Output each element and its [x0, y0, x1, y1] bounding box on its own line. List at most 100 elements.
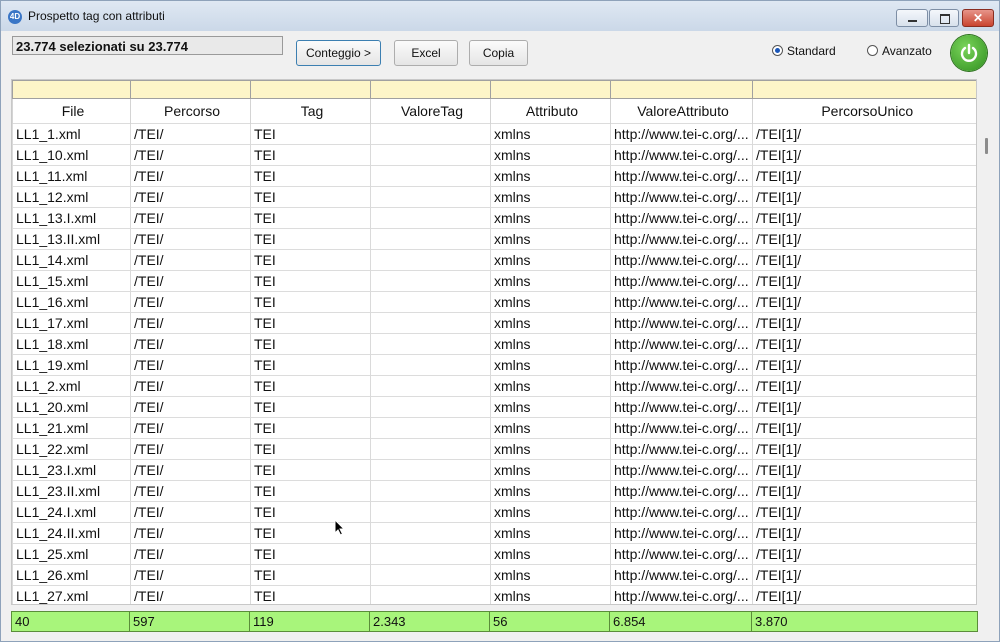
vertical-scrollbar[interactable] — [979, 126, 995, 605]
table-cell — [370, 522, 491, 544]
column-header[interactable]: File — [12, 98, 131, 124]
table-cell: TEI — [250, 312, 371, 334]
table-cell: LL1_14.xml — [12, 249, 131, 271]
table-row[interactable]: LL1_26.xml/TEI/TEI xmlns http://www.tei-c.… — [12, 564, 976, 586]
column-header[interactable]: Tag — [250, 98, 371, 124]
total-cell: 3.870 — [751, 611, 978, 632]
filter-cell[interactable] — [130, 80, 251, 99]
filter-cell[interactable] — [12, 80, 131, 99]
table-cell: xmlns — [490, 123, 611, 145]
table-cell — [370, 228, 491, 250]
table-cell: /TEI[1]/ — [752, 501, 976, 523]
table-row[interactable]: LL1_20.xml/TEI/TEI xmlns http://www.tei-c.… — [12, 396, 976, 418]
table-row[interactable]: LL1_23.I.xml/TEI/TEI xmlns http://www.tei-… — [12, 459, 976, 481]
table-row[interactable]: LL1_21.xml/TEI/TEI xmlns http://www.tei-c.… — [12, 417, 976, 439]
table-cell — [370, 333, 491, 355]
maximize-button[interactable] — [929, 9, 959, 27]
filter-cell[interactable] — [250, 80, 371, 99]
close-button[interactable]: ✕ — [962, 9, 994, 27]
table-cell: http://www.tei-c.org/... — [610, 438, 753, 460]
filter-cell[interactable] — [610, 80, 753, 99]
table-cell: /TEI[1]/ — [752, 333, 976, 355]
table-cell: /TEI[1]/ — [752, 459, 976, 481]
table-row[interactable]: LL1_27.xml/TEI/TEI xmlns http://www.tei-c.… — [12, 585, 976, 604]
table-cell: xmlns — [490, 165, 611, 187]
filter-cell[interactable] — [490, 80, 611, 99]
table-row[interactable]: LL1_11.xml/TEI/TEI xmlns http://www.tei-c.… — [12, 165, 976, 187]
table-cell: xmlns — [490, 438, 611, 460]
table-row[interactable]: LL1_1.xml/TEI/TEI xmlns http://www.tei-c.o… — [12, 123, 976, 145]
table-row[interactable]: LL1_2.xml/TEI/TEI xmlns http://www.tei-c.o… — [12, 375, 976, 397]
table-cell: http://www.tei-c.org/... — [610, 354, 753, 376]
table-row[interactable]: LL1_14.xml/TEI/TEI xmlns http://www.tei-c.… — [12, 249, 976, 271]
data-grid[interactable]: File Percorso Tag ValoreTag Attributo ValoreA… — [11, 79, 977, 605]
table-cell: /TEI[1]/ — [752, 228, 976, 250]
table-row[interactable]: LL1_24.II.xml/TEI/TEI xmlns http://www.tei… — [12, 522, 976, 544]
table-cell: http://www.tei-c.org/... — [610, 249, 753, 271]
column-header[interactable]: Attributo — [490, 98, 611, 124]
table-row[interactable]: LL1_17.xml/TEI/TEI xmlns http://www.tei-c.… — [12, 312, 976, 334]
table-cell: LL1_27.xml — [12, 585, 131, 604]
table-cell: http://www.tei-c.org/... — [610, 291, 753, 313]
table-cell: /TEI/ — [130, 417, 251, 439]
table-row[interactable]: LL1_10.xml/TEI/TEI xmlns http://www.tei-c.… — [12, 144, 976, 166]
table-row[interactable]: LL1_16.xml/TEI/TEI xmlns http://www.tei-c.… — [12, 291, 976, 313]
column-header[interactable]: Percorso — [130, 98, 251, 124]
table-cell: LL1_10.xml — [12, 144, 131, 166]
table-cell — [370, 459, 491, 481]
table-cell: TEI — [250, 354, 371, 376]
table-cell: LL1_23.II.xml — [12, 480, 131, 502]
table-cell: TEI — [250, 375, 371, 397]
table-cell: /TEI[1]/ — [752, 291, 976, 313]
table-cell: xmlns — [490, 228, 611, 250]
table-cell: /TEI/ — [130, 144, 251, 166]
table-cell: TEI — [250, 438, 371, 460]
table-cell: /TEI[1]/ — [752, 249, 976, 271]
power-button[interactable] — [951, 35, 987, 71]
table-cell: LL1_15.xml — [12, 270, 131, 292]
table-row[interactable]: LL1_19.xml/TEI/TEI xmlns http://www.tei-c.… — [12, 354, 976, 376]
window-title: Prospetto tag con attributi — [28, 9, 165, 23]
table-row[interactable]: LL1_13.II.xml/TEI/TEI xmlns http://www.tei… — [12, 228, 976, 250]
column-header[interactable]: ValoreAttributo — [610, 98, 753, 124]
copy-button[interactable]: Copia — [469, 40, 528, 66]
table-cell: http://www.tei-c.org/... — [610, 312, 753, 334]
table-cell: LL1_23.I.xml — [12, 459, 131, 481]
table-row[interactable]: LL1_22.xml/TEI/TEI xmlns http://www.tei-c.… — [12, 438, 976, 460]
table-row[interactable]: LL1_15.xml/TEI/TEI xmlns http://www.tei-c.… — [12, 270, 976, 292]
table-cell: http://www.tei-c.org/... — [610, 228, 753, 250]
table-row[interactable]: LL1_18.xml/TEI/TEI xmlns http://www.tei-c.… — [12, 333, 976, 355]
column-header[interactable]: PercorsoUnico — [752, 98, 976, 124]
table-row[interactable]: LL1_25.xml/TEI/TEI xmlns http://www.tei-c.… — [12, 543, 976, 565]
table-cell: TEI — [250, 585, 371, 604]
scrollbar-thumb[interactable] — [985, 138, 988, 154]
selection-count: 23.774 selezionati su 23.774 — [12, 36, 283, 55]
table-cell: http://www.tei-c.org/... — [610, 165, 753, 187]
table-cell: /TEI/ — [130, 333, 251, 355]
table-cell: http://www.tei-c.org/... — [610, 459, 753, 481]
table-row[interactable]: LL1_13.I.xml/TEI/TEI xmlns http://www.tei-… — [12, 207, 976, 229]
filter-cell[interactable] — [752, 80, 976, 99]
count-button[interactable]: Conteggio > — [296, 40, 381, 66]
title-bar: 4D Prospetto tag con attributi ✕ — [1, 1, 999, 31]
table-cell: LL1_24.I.xml — [12, 501, 131, 523]
table-row[interactable]: LL1_24.I.xml/TEI/TEI xmlns http://www.tei-… — [12, 501, 976, 523]
table-row[interactable]: LL1_23.II.xml/TEI/TEI xmlns http://www.tei… — [12, 480, 976, 502]
table-cell: TEI — [250, 291, 371, 313]
table-cell: LL1_12.xml — [12, 186, 131, 208]
table-cell: /TEI[1]/ — [752, 375, 976, 397]
table-cell: /TEI/ — [130, 312, 251, 334]
table-cell: /TEI[1]/ — [752, 396, 976, 418]
filter-cell[interactable] — [370, 80, 491, 99]
table-row[interactable]: LL1_12.xml/TEI/TEI xmlns http://www.tei-c.… — [12, 186, 976, 208]
table-cell: LL1_26.xml — [12, 564, 131, 586]
column-header[interactable]: ValoreTag — [370, 98, 491, 124]
minimize-button[interactable] — [896, 9, 928, 27]
table-cell: /TEI/ — [130, 564, 251, 586]
app-4d-icon: 4D — [8, 10, 22, 24]
table-cell: /TEI/ — [130, 480, 251, 502]
excel-button[interactable]: Excel — [394, 40, 458, 66]
table-cell: xmlns — [490, 207, 611, 229]
total-cell: 119 — [249, 611, 370, 632]
table-cell — [370, 417, 491, 439]
